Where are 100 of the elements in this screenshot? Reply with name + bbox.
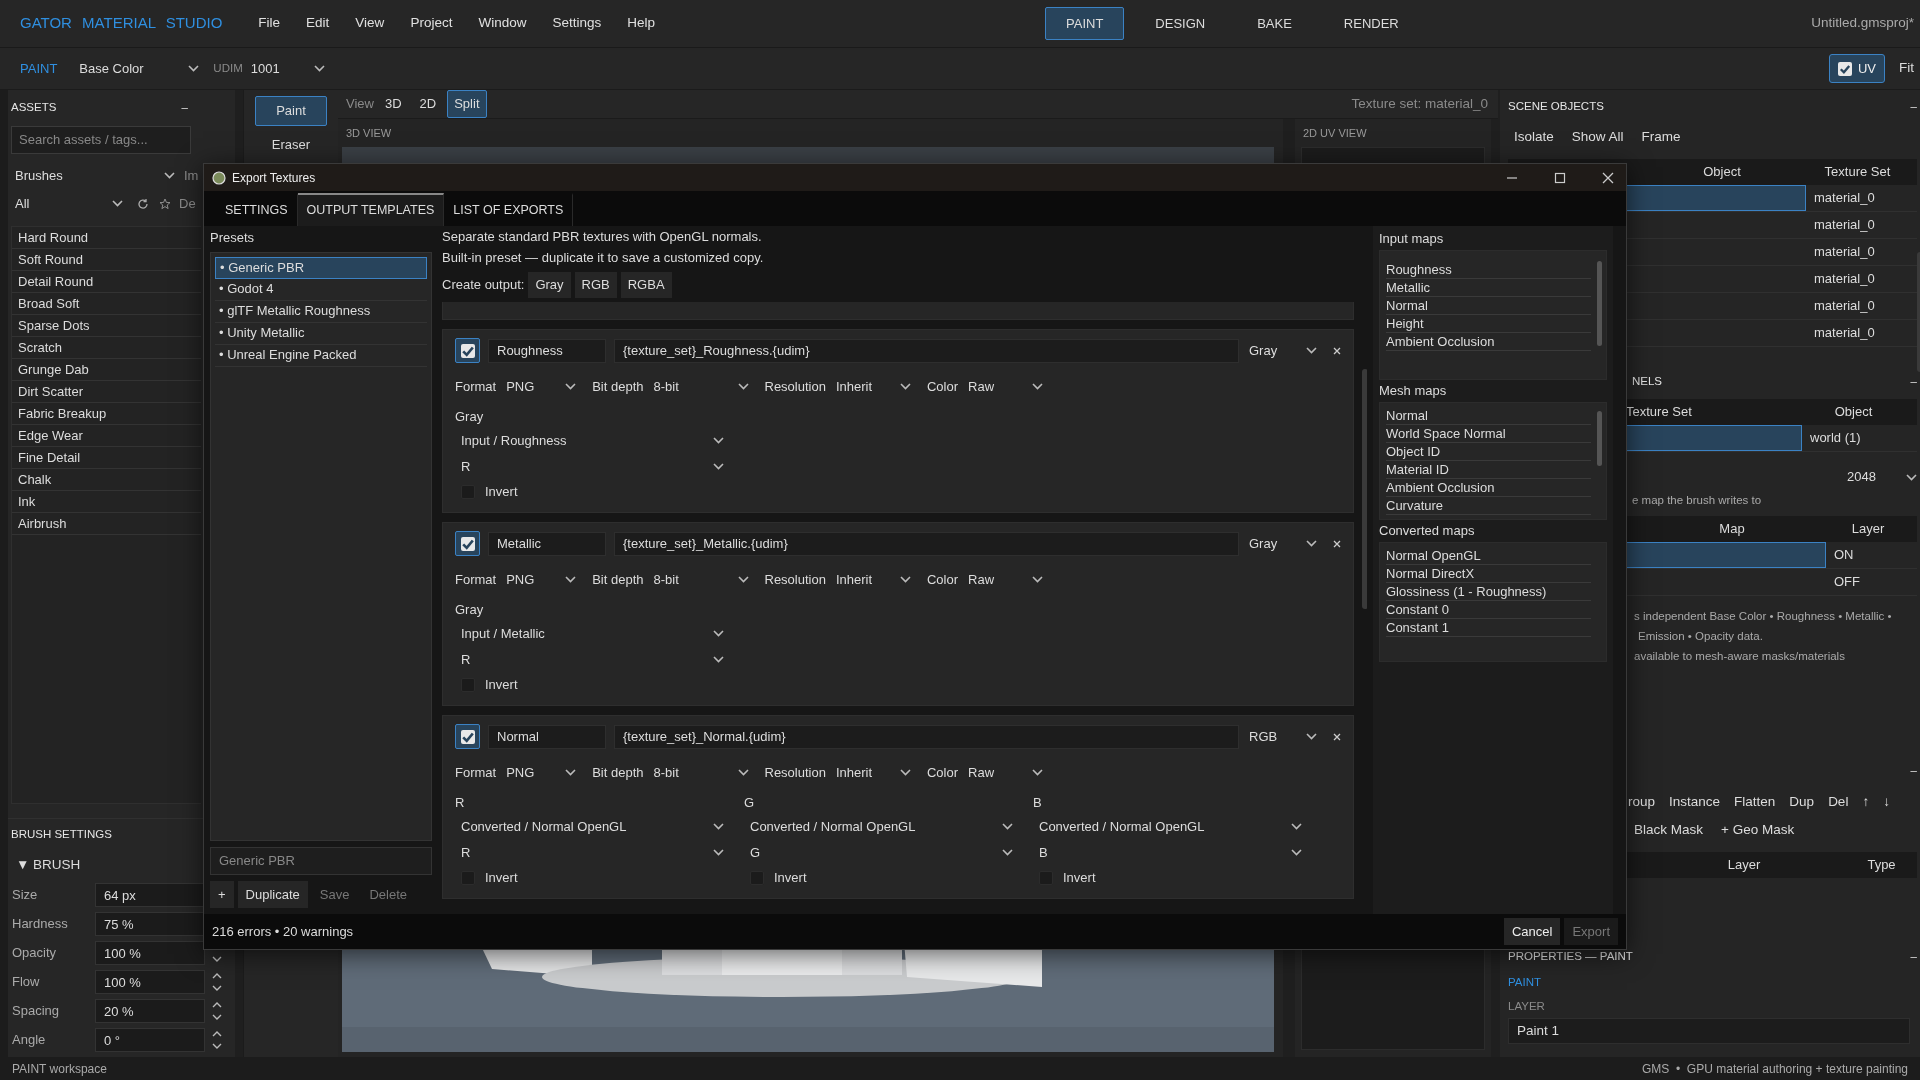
action-button[interactable]: roup xyxy=(1622,789,1662,815)
map-item[interactable]: Height xyxy=(1386,315,1591,333)
map-item[interactable]: Constant 1 xyxy=(1386,619,1591,637)
preset-item[interactable]: • Godot 4 xyxy=(215,278,427,301)
section-header[interactable]: ▼ BRUSH xyxy=(16,855,81,876)
view-mode-button[interactable]: 3D xyxy=(377,90,409,118)
map-item[interactable]: Normal OpenGL xyxy=(1386,547,1591,565)
filter-button[interactable]: De xyxy=(179,193,196,214)
action-button[interactable]: Del xyxy=(1822,789,1855,815)
action-button[interactable]: Show All xyxy=(1565,124,1630,150)
dialog-tab[interactable]: LIST OF EXPORTS xyxy=(444,193,574,226)
setting-dropdown[interactable]: Raw xyxy=(968,569,1043,590)
preset-item[interactable]: • glTF Metallic Roughness xyxy=(215,300,427,323)
filename-field[interactable]: {texture_set}_Metallic.{udim} xyxy=(614,531,1239,556)
source-dropdown[interactable]: Converted / Normal OpenGL xyxy=(744,815,1019,838)
brush-item[interactable]: Detail Round xyxy=(12,270,201,293)
workspace-tab[interactable]: PAINT xyxy=(1045,6,1125,41)
menu-item[interactable]: File xyxy=(258,13,281,34)
preset-item[interactable]: • Unity Metallic xyxy=(215,322,427,345)
scrollbar-thumb[interactable] xyxy=(1597,261,1602,346)
number-field[interactable]: 20 % xyxy=(95,999,205,1023)
component-dropdown[interactable]: R xyxy=(455,648,730,671)
filter-dropdown[interactable]: All xyxy=(15,193,123,214)
map-item[interactable]: Material ID xyxy=(1386,461,1591,479)
view-mode-button[interactable]: 2D xyxy=(412,90,444,118)
scrollbar-thumb[interactable] xyxy=(1597,411,1602,466)
type-dropdown[interactable]: RGB xyxy=(1249,726,1317,747)
filename-field[interactable]: {texture_set}_Normal.{udim} xyxy=(614,724,1239,749)
setting-dropdown[interactable]: Inherit xyxy=(835,762,911,783)
map-item[interactable]: Normal DirectX xyxy=(1386,565,1591,583)
collapse-button[interactable]: – xyxy=(1910,373,1917,391)
name-field[interactable]: Metallic xyxy=(488,531,606,556)
brush-item[interactable]: Chalk xyxy=(12,468,201,491)
preset-item[interactable]: • Unreal Engine Packed xyxy=(215,344,427,367)
menu-item[interactable]: Help xyxy=(627,13,655,34)
checkbox[interactable] xyxy=(455,338,480,363)
brush-item[interactable]: Airbrush xyxy=(12,512,201,535)
collapse-button[interactable]: – xyxy=(1910,762,1917,780)
map-item[interactable]: Glossiness (1 - Roughness) xyxy=(1386,583,1591,601)
setting-dropdown[interactable]: Raw xyxy=(968,762,1043,783)
brush-item[interactable]: Ink xyxy=(12,490,201,513)
name-field[interactable]: Normal xyxy=(488,724,606,749)
scrollbar-thumb[interactable] xyxy=(1362,368,1367,609)
map-item[interactable]: Curvature xyxy=(1386,497,1591,515)
checkbox[interactable] xyxy=(455,724,480,749)
collapse-button[interactable]: – xyxy=(1910,948,1917,966)
map-item[interactable]: Normal xyxy=(1386,297,1591,315)
number-field[interactable]: 0 ° xyxy=(95,1028,205,1052)
map-item[interactable]: Roughness xyxy=(1386,261,1591,279)
map-item[interactable]: Constant 0 xyxy=(1386,601,1591,619)
fit-button[interactable]: Fit xyxy=(1893,56,1920,81)
menu-item[interactable]: Project xyxy=(410,13,453,34)
number-field[interactable]: 100 % xyxy=(95,970,205,994)
component-dropdown[interactable]: R xyxy=(455,455,730,478)
menu-item[interactable]: Window xyxy=(478,13,527,34)
preset-action-button[interactable]: + xyxy=(210,880,234,908)
dialog-tab[interactable]: SETTINGS xyxy=(216,193,298,226)
action-button[interactable]: ↓ xyxy=(1877,789,1896,815)
brush-item[interactable]: Soft Round xyxy=(12,248,201,271)
view-mode-button[interactable]: Split xyxy=(447,90,487,118)
setting-dropdown[interactable]: PNG xyxy=(506,762,577,783)
tool-button[interactable]: Paint xyxy=(255,96,327,126)
collapse-button[interactable]: – xyxy=(1910,98,1917,116)
search-field[interactable]: Search assets / tags... xyxy=(11,126,191,154)
brush-item[interactable]: Dirt Scatter xyxy=(12,380,201,403)
setting-dropdown[interactable]: PNG xyxy=(506,569,577,590)
action-button[interactable]: Flatten xyxy=(1728,789,1782,815)
create-output-button[interactable]: RGBA xyxy=(620,272,672,298)
map-item[interactable]: Metallic xyxy=(1386,279,1591,297)
filename-field[interactable]: {texture_set}_Roughness.{udim} xyxy=(614,338,1239,363)
component-dropdown[interactable]: R xyxy=(455,841,730,864)
number-field[interactable]: 64 px xyxy=(95,883,205,907)
map-item[interactable]: Ambient Occlusion xyxy=(1386,479,1591,497)
source-dropdown[interactable]: Input / Roughness xyxy=(455,429,730,452)
preset-item[interactable]: • Generic PBR xyxy=(215,256,427,279)
collapse-button[interactable]: – xyxy=(181,99,188,117)
setting-dropdown[interactable]: 8-bit xyxy=(653,376,749,397)
number-field[interactable]: 100 % xyxy=(95,941,205,965)
layer-name-field[interactable]: Paint 1 xyxy=(1508,1018,1910,1044)
component-dropdown[interactable]: B xyxy=(1033,841,1308,864)
preset-name-field[interactable]: Generic PBR xyxy=(210,847,432,875)
brush-item[interactable]: Scratch xyxy=(12,336,201,359)
action-button[interactable]: Frame xyxy=(1635,124,1687,150)
brush-item[interactable]: Grunge Dab xyxy=(12,358,201,381)
action-button[interactable]: + Geo Mask xyxy=(1715,817,1801,843)
action-button[interactable]: Dup xyxy=(1783,789,1821,815)
type-dropdown[interactable]: Gray xyxy=(1249,533,1317,554)
map-item[interactable]: Ambient Occlusion xyxy=(1386,333,1591,351)
dialog-tab[interactable]: OUTPUT TEMPLATES xyxy=(297,193,445,226)
setting-dropdown[interactable]: PNG xyxy=(506,376,577,397)
action-button[interactable]: Isolate xyxy=(1508,124,1560,150)
source-dropdown[interactable]: Input / Metallic xyxy=(455,622,730,645)
resolution-dropdown[interactable]: 2048 xyxy=(1847,467,1917,487)
action-button[interactable]: ↑ xyxy=(1856,789,1876,815)
checkbox[interactable] xyxy=(455,531,480,556)
menu-item[interactable]: View xyxy=(355,13,385,34)
create-output-button[interactable]: RGB xyxy=(574,272,617,298)
brush-item[interactable]: Fine Detail xyxy=(12,446,201,469)
tool-button[interactable]: Eraser xyxy=(255,129,327,159)
brush-item[interactable]: Edge Wear xyxy=(12,424,201,447)
